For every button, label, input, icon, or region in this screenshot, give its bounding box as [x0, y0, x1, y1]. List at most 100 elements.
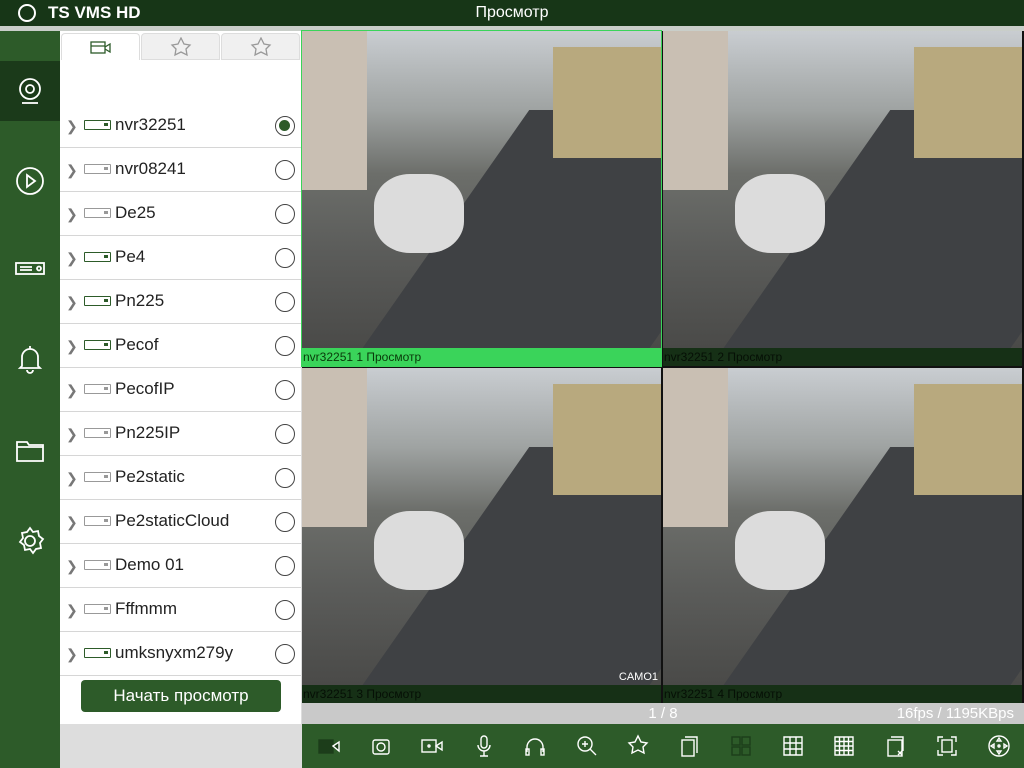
- device-name: Pe2static: [115, 467, 185, 486]
- device-row[interactable]: ❯ Pecof: [60, 324, 301, 368]
- headphones-button[interactable]: [520, 732, 550, 760]
- nvr-icon: [84, 560, 111, 570]
- tile-label: nvr32251 1 Просмотр: [302, 348, 661, 366]
- chevron-right-icon[interactable]: ❯: [66, 250, 78, 267]
- bottom-toolbar: [302, 724, 1024, 768]
- snapshot-icon: [371, 739, 390, 755]
- chevron-right-icon[interactable]: ❯: [66, 206, 78, 223]
- stream-rate: 16fps / 1195KBps: [896, 705, 1014, 722]
- star-grid-icon: [250, 36, 271, 56]
- device-row[interactable]: ❯ PecofIP: [60, 368, 301, 412]
- device-row[interactable]: ❯ nvr08241: [60, 148, 301, 192]
- close-window-button[interactable]: [881, 732, 911, 760]
- layout-4-button[interactable]: [726, 732, 756, 760]
- chevron-right-icon[interactable]: ❯: [66, 294, 78, 311]
- fullscreen-icon: [937, 736, 957, 756]
- nvr-icon: [84, 252, 111, 262]
- record-icon: [421, 739, 443, 753]
- nav-files[interactable]: [0, 421, 60, 481]
- nav-playback[interactable]: [0, 151, 60, 211]
- record-button[interactable]: [417, 732, 447, 760]
- device-radio[interactable]: [275, 556, 295, 576]
- layout-16-icon: [834, 736, 854, 756]
- chevron-right-icon[interactable]: ❯: [66, 646, 78, 663]
- device-name: Pecof: [115, 335, 159, 354]
- tab-favorite-cameras[interactable]: [141, 33, 220, 60]
- device-name: umksnyxm279y: [115, 643, 234, 662]
- layout-16-button[interactable]: [829, 732, 859, 760]
- tab-favorite-layouts[interactable]: [221, 33, 300, 60]
- device-radio[interactable]: [275, 204, 295, 224]
- chevron-right-icon[interactable]: ❯: [66, 514, 78, 531]
- device-radio[interactable]: [275, 424, 295, 444]
- camera-tile[interactable]: nvr32251 4 Просмотр: [663, 368, 1022, 703]
- device-row[interactable]: ❯ Pn225: [60, 280, 301, 324]
- nav-alarms[interactable]: [0, 329, 60, 389]
- nvr-icon: [84, 472, 111, 482]
- device-radio[interactable]: [275, 380, 295, 400]
- chevron-right-icon[interactable]: ❯: [66, 602, 78, 619]
- tile-label: nvr32251 4 Просмотр: [663, 685, 1022, 703]
- layout-9-button[interactable]: [778, 732, 808, 760]
- add-favorite-button[interactable]: [623, 732, 653, 760]
- device-name: nvr08241: [115, 159, 186, 178]
- chevron-right-icon[interactable]: ❯: [66, 162, 78, 179]
- device-radio[interactable]: [275, 644, 295, 664]
- device-radio[interactable]: [275, 600, 295, 620]
- ptz-control-button[interactable]: [984, 732, 1014, 760]
- chevron-right-icon[interactable]: ❯: [66, 382, 78, 399]
- chevron-right-icon[interactable]: ❯: [66, 118, 78, 135]
- multi-window-button[interactable]: [675, 732, 705, 760]
- device-row[interactable]: ❯ Pe2static: [60, 456, 301, 500]
- nvr-icon: [84, 428, 111, 438]
- chevron-right-icon[interactable]: ❯: [66, 558, 78, 575]
- device-row[interactable]: ❯ Pn225IP: [60, 412, 301, 456]
- chevron-right-icon[interactable]: ❯: [66, 338, 78, 355]
- device-name: Pn225: [115, 291, 165, 310]
- tab-devices[interactable]: [61, 33, 140, 60]
- device-row[interactable]: ❯ umksnyxm279y: [60, 632, 301, 676]
- device-radio[interactable]: [275, 292, 295, 312]
- nav-devices[interactable]: [0, 239, 60, 299]
- device-name: PecofIP: [115, 379, 175, 398]
- device-radio[interactable]: [275, 468, 295, 488]
- device-radio[interactable]: [275, 116, 295, 136]
- device-row[interactable]: ❯ Demo 01: [60, 544, 301, 588]
- nvr-icon: [84, 516, 111, 526]
- device-row[interactable]: ❯ Pe4: [60, 236, 301, 280]
- camera-tile[interactable]: CAMO1 nvr32251 3 Просмотр: [302, 368, 661, 703]
- microphone-button[interactable]: [469, 732, 499, 760]
- device-row[interactable]: ❯ Pe2staticCloud: [60, 500, 301, 544]
- camera-tile[interactable]: nvr32251 2 Просмотр: [663, 31, 1022, 366]
- device-name: Fffmmm: [115, 599, 178, 618]
- snapshot-button[interactable]: [366, 732, 396, 760]
- device-row[interactable]: ❯ nvr32251: [60, 104, 301, 148]
- device-radio[interactable]: [275, 512, 295, 532]
- multi-window-icon: [680, 736, 698, 757]
- nvr-icon: [84, 384, 111, 394]
- nvr-device-icon: [15, 262, 45, 275]
- camera-video: [663, 31, 1022, 348]
- device-radio[interactable]: [275, 336, 295, 356]
- device-radio[interactable]: [275, 248, 295, 268]
- nvr-icon: [84, 164, 111, 174]
- nvr-icon: [84, 296, 111, 306]
- zoom-in-button[interactable]: [572, 732, 602, 760]
- nav-settings[interactable]: [0, 511, 60, 571]
- device-row[interactable]: ❯ De25: [60, 192, 301, 236]
- layout-9-icon: [782, 736, 803, 756]
- layout-4-icon: [731, 736, 751, 756]
- device-radio[interactable]: [275, 160, 295, 180]
- nav-live-view[interactable]: [0, 61, 60, 121]
- live-view-mode-button[interactable]: [314, 732, 344, 760]
- title-bar: TS VMS HD Просмотр: [0, 0, 1024, 26]
- chevron-right-icon[interactable]: ❯: [66, 426, 78, 443]
- chevron-right-icon[interactable]: ❯: [66, 470, 78, 487]
- play-icon: [16, 167, 44, 195]
- device-panel: ❯ nvr32251 ❯ nvr08241 ❯ De25 ❯ Pe4 ❯ Pn2…: [60, 31, 301, 724]
- close-window-icon: [886, 736, 904, 757]
- fullscreen-button[interactable]: [932, 732, 962, 760]
- start-view-button[interactable]: Начать просмотр: [81, 680, 281, 712]
- device-row[interactable]: ❯ Fffmmm: [60, 588, 301, 632]
- camera-tile[interactable]: nvr32251 1 Просмотр: [301, 30, 662, 367]
